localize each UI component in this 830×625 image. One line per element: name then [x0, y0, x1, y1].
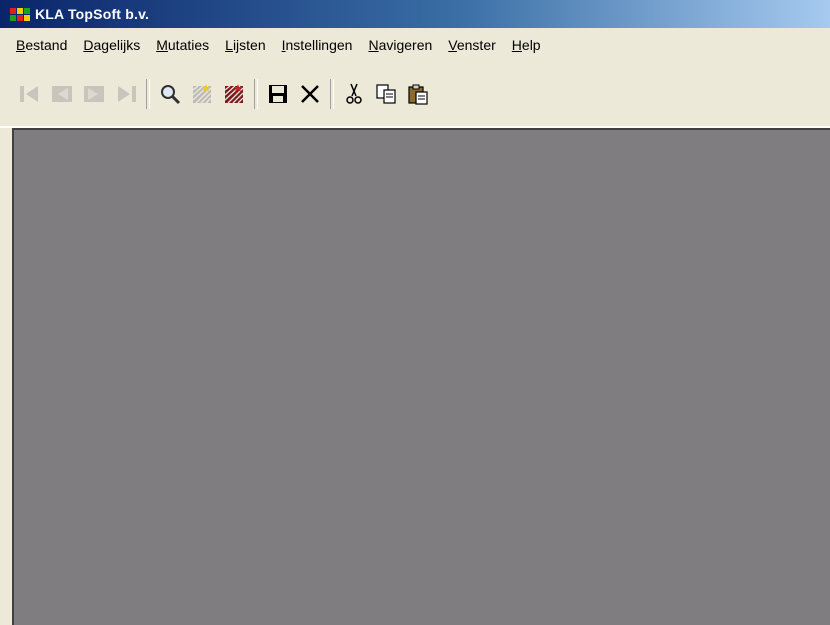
kla-logo-icon	[10, 6, 32, 22]
menu-bestand[interactable]: Bestand	[16, 37, 67, 53]
save-icon	[269, 85, 287, 103]
cancel-button[interactable]	[296, 77, 324, 111]
window-title: KLA TopSoft b.v.	[35, 6, 150, 22]
last-record-icon	[118, 86, 136, 102]
toolbar-separator	[146, 79, 150, 109]
first-record-icon	[20, 86, 38, 102]
title-bar[interactable]: KLA TopSoft b.v.	[0, 0, 830, 28]
previous-record-button[interactable]	[48, 77, 76, 111]
first-record-button[interactable]	[16, 77, 44, 111]
paste-icon	[408, 84, 428, 105]
search-icon	[161, 85, 181, 105]
menu-bar: Bestand Dagelijks Mutaties Lijsten Inste…	[0, 28, 830, 62]
menu-lijsten[interactable]: Lijsten	[225, 37, 265, 53]
copy-button[interactable]	[372, 77, 400, 111]
menu-mutaties[interactable]: Mutaties	[156, 37, 209, 53]
search-button[interactable]	[156, 77, 184, 111]
save-button[interactable]	[264, 77, 292, 111]
delete-record-icon	[224, 84, 244, 104]
menu-help[interactable]: Help	[512, 37, 541, 53]
next-record-icon	[84, 86, 104, 102]
new-record-button[interactable]	[188, 77, 216, 111]
cancel-icon	[301, 85, 319, 103]
previous-record-icon	[52, 86, 72, 102]
menu-instellingen[interactable]: Instellingen	[282, 37, 353, 53]
copy-icon	[376, 84, 396, 104]
mdi-workspace[interactable]	[12, 128, 830, 625]
next-record-button[interactable]	[80, 77, 108, 111]
menu-navigeren[interactable]: Navigeren	[368, 37, 432, 53]
toolbar-separator	[330, 79, 334, 109]
menu-dagelijks[interactable]: Dagelijks	[83, 37, 140, 53]
delete-record-button[interactable]	[220, 77, 248, 111]
toolbar-separator	[254, 79, 258, 109]
new-record-icon	[192, 84, 212, 104]
menu-venster[interactable]: Venster	[448, 37, 496, 53]
cut-button[interactable]	[340, 77, 368, 111]
paste-button[interactable]	[404, 77, 432, 111]
last-record-button[interactable]	[112, 77, 140, 111]
cut-icon	[346, 83, 362, 104]
toolbar	[0, 62, 830, 126]
